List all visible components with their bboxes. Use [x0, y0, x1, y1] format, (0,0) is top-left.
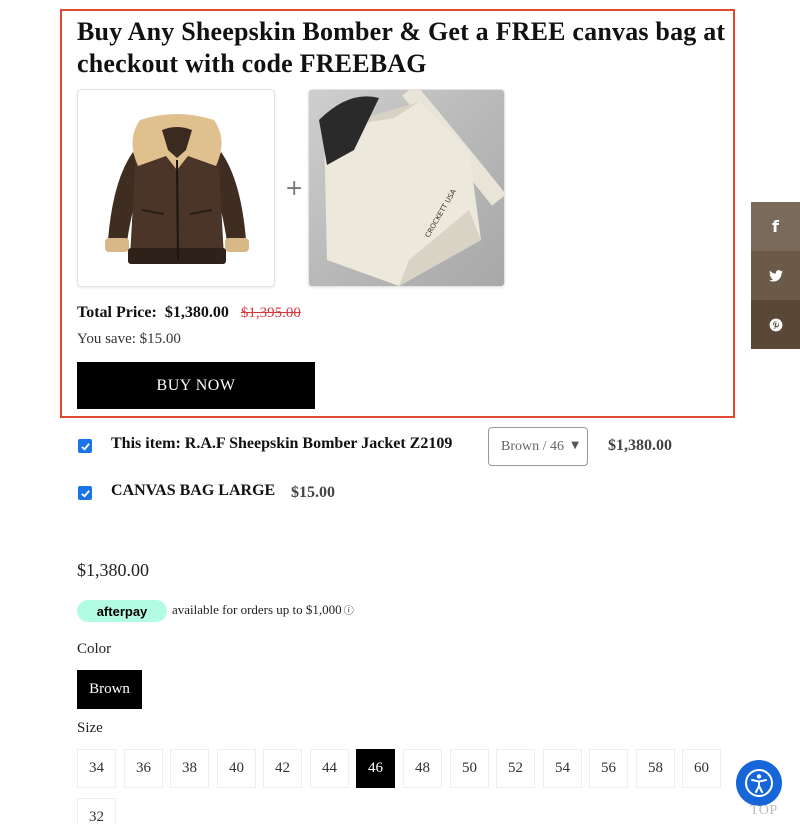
item-checkbox-jacket[interactable]: [78, 439, 92, 453]
size-option[interactable]: 50: [450, 749, 489, 788]
size-option[interactable]: 32: [77, 798, 116, 824]
jacket-product-image[interactable]: [77, 89, 275, 287]
afterpay-logo-text: afterpay: [96, 603, 148, 619]
color-label: Color: [77, 641, 112, 657]
info-icon[interactable]: ⓘ: [344, 606, 354, 617]
total-price-value: $1,380.00: [164, 304, 229, 321]
size-option[interactable]: 40: [217, 749, 256, 788]
size-option[interactable]: 44: [310, 749, 349, 788]
afterpay-text: available for orders up to $1,000: [172, 602, 342, 617]
facebook-share-button[interactable]: f: [751, 202, 800, 251]
item-label-jacket: This item: R.A.F Sheepskin Bomber Jacket…: [111, 435, 453, 452]
pinterest-share-button[interactable]: [751, 300, 800, 349]
canvas-bag-product-image[interactable]: CROCKETT USA: [308, 89, 505, 287]
bundle-title: Buy Any Sheepskin Bomber & Get a FREE ca…: [77, 17, 726, 78]
size-option[interactable]: 58: [636, 749, 675, 788]
bundle-total-line: Total Price: $1,380.00 $1,395.00: [77, 304, 301, 322]
size-option[interactable]: 36: [124, 749, 163, 788]
checkmark-icon: [80, 442, 90, 451]
item-label-bag: CANVAS BAG LARGE: [111, 482, 276, 499]
facebook-icon: f: [772, 217, 779, 236]
size-option[interactable]: 60: [682, 749, 721, 788]
buy-now-button[interactable]: BUY NOW: [77, 362, 315, 409]
back-to-top-link[interactable]: TOP: [750, 803, 778, 819]
pinterest-icon: [769, 318, 782, 331]
chevron-down-icon: ▼: [571, 440, 579, 451]
original-price: $1,395.00: [240, 305, 301, 321]
size-option[interactable]: 42: [263, 749, 302, 788]
afterpay-description: available for orders up to $1,000 ⓘ: [172, 602, 354, 618]
afterpay-logo[interactable]: afterpay: [77, 600, 167, 622]
size-option-selected[interactable]: 46: [356, 749, 395, 788]
size-option[interactable]: 54: [543, 749, 582, 788]
total-price-label: Total Price:: [77, 304, 157, 321]
canvas-bag-illustration: CROCKETT USA: [319, 90, 504, 286]
item-price-jacket: $1,380.00: [608, 437, 672, 454]
size-label: Size: [77, 720, 103, 736]
color-option-brown[interactable]: Brown: [77, 670, 142, 709]
share-sidebar: f: [751, 202, 800, 349]
twitter-icon: [768, 269, 783, 282]
item-price-bag: $15.00: [291, 484, 335, 501]
twitter-share-button[interactable]: [751, 251, 800, 300]
size-option[interactable]: 34: [77, 749, 116, 788]
size-option[interactable]: 56: [589, 749, 628, 788]
item-checkbox-bag[interactable]: [78, 486, 92, 500]
jacket-illustration: [105, 114, 249, 264]
accessibility-button[interactable]: [736, 760, 782, 806]
checkmark-icon: [80, 489, 90, 498]
variant-select[interactable]: Brown / 46 ▼: [488, 427, 588, 466]
size-option[interactable]: 52: [496, 749, 535, 788]
variant-selected-value: Brown / 46: [501, 438, 564, 454]
size-option[interactable]: 38: [170, 749, 209, 788]
bundle-plus-sign: +: [285, 176, 304, 201]
you-save-text: You save: $15.00: [77, 331, 181, 347]
product-price: $1,380.00: [77, 560, 149, 580]
accessibility-icon: [745, 769, 773, 797]
size-option[interactable]: 48: [403, 749, 442, 788]
